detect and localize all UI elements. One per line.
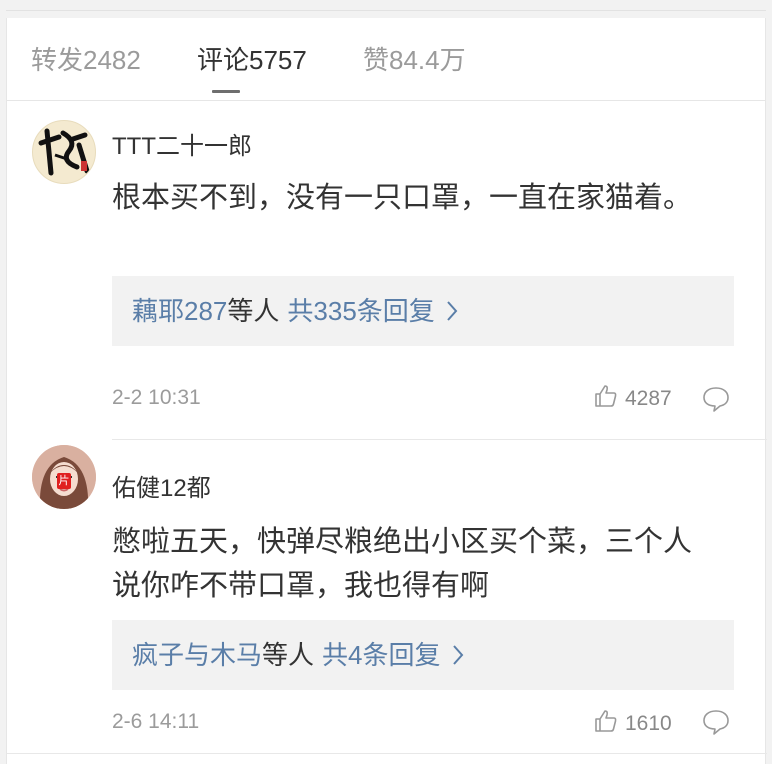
top-divider <box>6 10 766 11</box>
reply-users-link[interactable]: 藕耶287 <box>132 296 227 326</box>
like-count: 1610 <box>625 712 672 735</box>
comment-username[interactable]: 佑健12都 <box>112 468 211 503</box>
comments-card: 转发2482 评论5757 赞84.4万 TTT二十一郎 根本买不到，没有一只口… <box>6 18 767 764</box>
comment-time: 2-2 10:31 <box>112 386 201 409</box>
reply-total-link[interactable]: 共335条回复 <box>287 296 434 326</box>
thumbs-up-icon <box>595 385 617 407</box>
comment-time: 2-6 14:11 <box>112 710 200 733</box>
active-tab-indicator <box>212 90 240 93</box>
reply-etc-label: 等人 <box>262 640 315 670</box>
comment-username[interactable]: TTT二十一郎 <box>112 126 252 161</box>
tab-reposts[interactable]: 转发2482 <box>31 40 141 77</box>
tab-likes[interactable]: 赞84.4万 <box>363 40 466 77</box>
comment-text: 憋啦五天，快弹尽粮绝出小区买个菜，三个人说你咋不带口罩，我也得有啊 <box>112 526 693 602</box>
like-count: 4287 <box>625 387 672 410</box>
avatar-badge: 片 <box>57 473 71 489</box>
thumbs-up-icon <box>595 710 617 732</box>
reply-etc-label: 等人 <box>227 296 280 326</box>
reply-total-link[interactable]: 共4条回复 <box>322 640 440 670</box>
calligraphy-avatar-icon[interactable] <box>32 120 96 184</box>
tab-comments[interactable]: 评论5757 <box>197 40 307 77</box>
reply-users-link[interactable]: 疯子与木马 <box>132 640 262 670</box>
reply-summary[interactable]: 藕耶287等人 共335条回复 <box>112 276 734 346</box>
comment-bubble-icon[interactable] <box>701 385 731 413</box>
chevron-right-icon <box>452 645 464 665</box>
top-strip <box>6 0 766 18</box>
tab-bar: 转发2482 评论5757 赞84.4万 <box>7 18 765 101</box>
comment-divider <box>112 439 767 440</box>
chevron-right-icon <box>447 301 458 321</box>
comment-text: 根本买不到，没有一只口罩，一直在家猫着。 <box>112 182 693 214</box>
girl-photo-avatar-icon[interactable]: 片 <box>32 445 96 509</box>
comment-divider <box>7 753 767 754</box>
reply-summary[interactable]: 疯子与木马等人 共4条回复 <box>112 620 734 690</box>
comment-bubble-icon[interactable] <box>701 708 731 736</box>
